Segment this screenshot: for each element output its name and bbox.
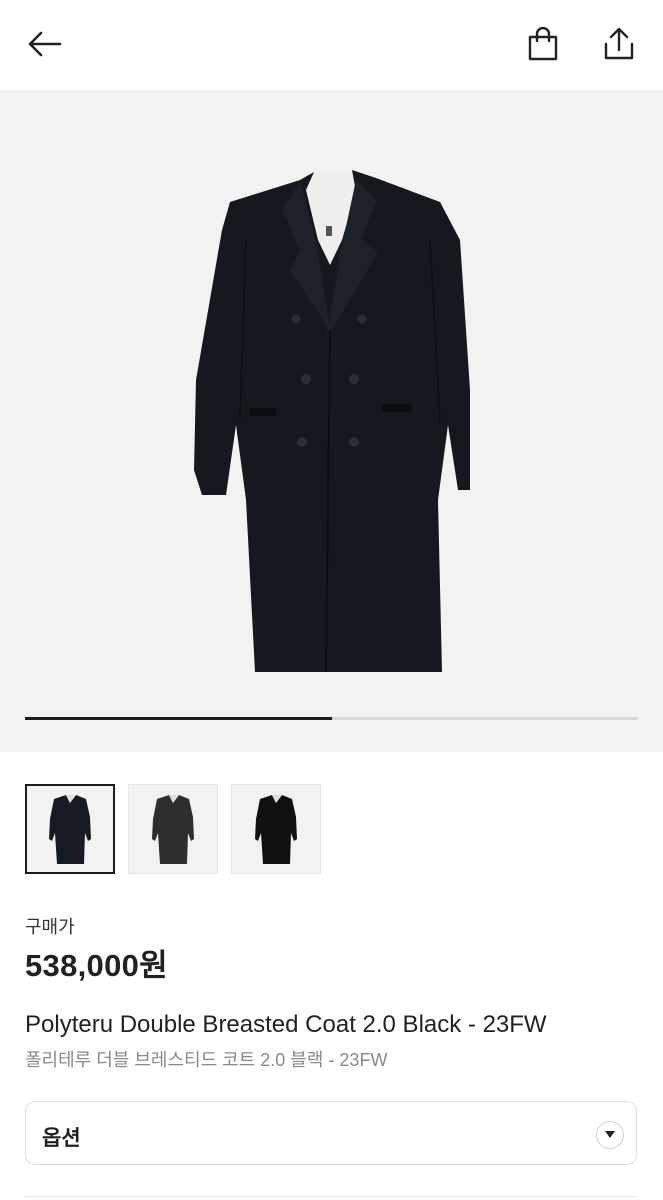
product-image-carousel[interactable] <box>0 90 663 752</box>
price-label: 구매가 <box>25 917 75 937</box>
coat-product-image <box>194 170 470 673</box>
carousel-progress-fill <box>25 717 332 720</box>
carousel-progress-track <box>25 717 638 720</box>
coat-thumbnail-black <box>255 795 297 864</box>
coat-thumbnail-navy <box>49 795 91 864</box>
product-price: 538,000원 <box>25 948 168 983</box>
option-label: 옵션 <box>42 1127 81 1150</box>
arrow-left-icon <box>28 31 62 57</box>
thumbnail-3[interactable] <box>231 784 321 874</box>
chevron-down-icon <box>596 1121 624 1149</box>
option-select[interactable]: 옵션 <box>25 1101 637 1165</box>
share-button[interactable] <box>597 22 641 66</box>
thumbnail-1[interactable] <box>25 784 115 874</box>
thumbnail-list <box>25 784 321 874</box>
coat-thumbnail-charcoal <box>152 795 194 864</box>
shopping-bag-icon <box>528 27 558 61</box>
shopping-bag-button[interactable] <box>521 22 565 66</box>
back-button[interactable] <box>22 22 66 66</box>
thumbnail-2[interactable] <box>128 784 218 874</box>
share-upload-icon <box>604 27 634 60</box>
bottom-divider <box>25 1196 637 1200</box>
product-title-ko: 폴리테루 더블 브레스티드 코트 2.0 블랙 - 23FW <box>25 1050 388 1070</box>
product-title-en: Polyteru Double Breasted Coat 2.0 Black … <box>25 1011 547 1038</box>
top-bar <box>0 0 663 90</box>
